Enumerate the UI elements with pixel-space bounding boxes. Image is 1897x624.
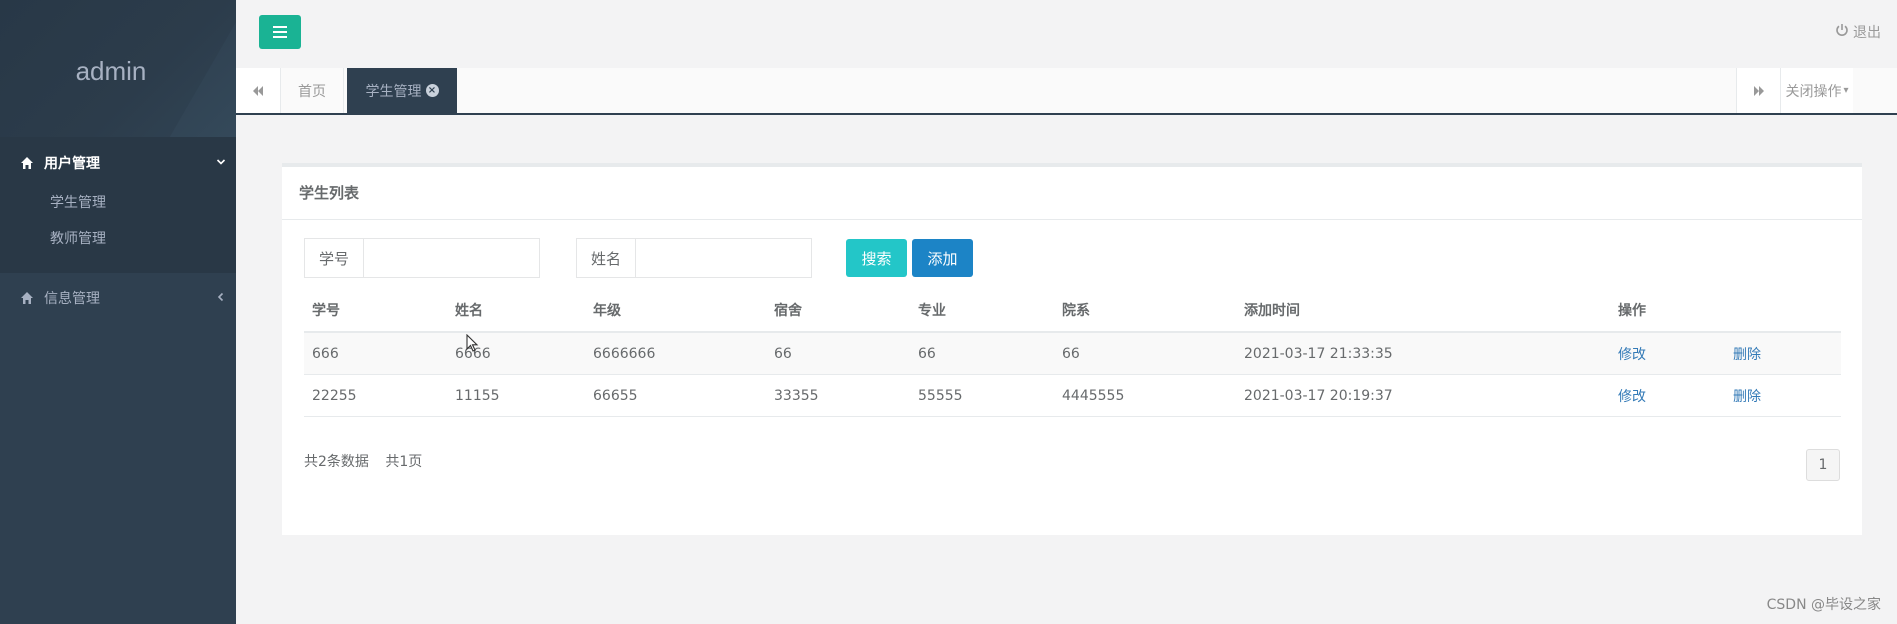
cell-major: 66 xyxy=(910,332,1054,375)
sidebar: admin 用户管理 学生管理 教师管理 信息管理 xyxy=(0,0,236,624)
watermark: CSDN @毕设之家 xyxy=(1766,597,1881,613)
column-header: 学号 xyxy=(304,289,447,333)
column-header: 操作 xyxy=(1610,289,1725,333)
delete-link[interactable]: 删除 xyxy=(1733,347,1761,363)
toggle-sidebar-button[interactable] xyxy=(259,15,301,49)
cell-delete: 删除 xyxy=(1725,332,1841,375)
tab-scroll-right-button[interactable] xyxy=(1736,68,1781,113)
chevron-down-icon xyxy=(206,156,236,171)
panel-title: 学生列表 xyxy=(282,167,1862,220)
caret-down-icon: ▾ xyxy=(1843,85,1849,96)
student-id-input[interactable] xyxy=(364,239,539,275)
column-header: 添加时间 xyxy=(1236,289,1610,333)
cell-id: 22255 xyxy=(304,374,447,417)
student-table: 学号 姓名 年级 宿舍 专业 院系 添加时间 操作 666 6666 66666… xyxy=(304,289,1841,417)
tab-scroll-left-button[interactable] xyxy=(236,68,281,113)
student-id-label: 学号 xyxy=(305,239,364,277)
profile-header: admin xyxy=(0,0,236,137)
column-header: 专业 xyxy=(910,289,1054,333)
cell-edit: 修改 xyxy=(1610,332,1725,375)
cell-time: 2021-03-17 20:19:37 xyxy=(1236,374,1610,417)
table-row: 666 6666 6666666 66 66 66 2021-03-17 21:… xyxy=(304,332,1841,375)
delete-link[interactable]: 删除 xyxy=(1733,389,1761,405)
power-icon xyxy=(1835,23,1849,41)
cell-dorm: 33355 xyxy=(766,374,910,417)
home-icon xyxy=(20,291,34,305)
cell-dept: 4445555 xyxy=(1054,374,1236,417)
column-header-empty xyxy=(1725,289,1841,333)
home-icon xyxy=(20,156,34,170)
close-icon[interactable]: × xyxy=(425,84,439,97)
cell-grade: 6666666 xyxy=(585,332,766,375)
total-pages-text: 共1页 xyxy=(385,454,423,470)
nav-item-label: 用户管理 xyxy=(44,156,100,172)
sidebar-item-student-management[interactable]: 学生管理 xyxy=(0,185,236,221)
name-label: 姓名 xyxy=(577,239,636,277)
name-input-group: 姓名 xyxy=(576,238,812,278)
student-list-panel: 学生列表 学号 姓名 搜索 添加 学号 姓名 年级 宿舍 专业 院系 添加时间 xyxy=(282,163,1862,535)
cell-delete: 删除 xyxy=(1725,374,1841,417)
double-chevron-left-icon xyxy=(253,85,263,96)
logout-link[interactable]: 退出 xyxy=(1835,22,1881,42)
edit-link[interactable]: 修改 xyxy=(1618,389,1646,405)
cell-grade: 66655 xyxy=(585,374,766,417)
tab-home[interactable]: 首页 xyxy=(281,68,344,113)
close-operations-dropdown[interactable]: 关闭操作 ▾ xyxy=(1780,68,1853,113)
username[interactable]: admin xyxy=(0,56,222,87)
search-form: 学号 姓名 搜索 添加 xyxy=(304,238,973,278)
logout-label: 退出 xyxy=(1853,25,1881,41)
tabs-bar: 首页 学生管理 × 关闭操作 ▾ xyxy=(236,68,1897,115)
page-button[interactable]: 1 xyxy=(1806,449,1840,481)
tab-label: 学生管理 xyxy=(365,83,422,100)
cell-time: 2021-03-17 21:33:35 xyxy=(1236,332,1610,375)
total-records-text: 共2条数据 xyxy=(304,454,369,470)
name-input[interactable] xyxy=(636,239,811,275)
tab-student-management[interactable]: 学生管理 × xyxy=(347,68,457,113)
search-button[interactable]: 搜索 xyxy=(846,239,907,277)
student-id-input-group: 学号 xyxy=(304,238,540,278)
menu-icon xyxy=(273,26,287,38)
cell-edit: 修改 xyxy=(1610,374,1725,417)
double-chevron-right-icon xyxy=(1754,85,1764,96)
nav-item-label: 信息管理 xyxy=(44,291,100,307)
nav-item-user-management[interactable]: 用户管理 xyxy=(0,137,236,189)
add-button[interactable]: 添加 xyxy=(912,239,973,277)
column-header: 宿舍 xyxy=(766,289,910,333)
table-header-row: 学号 姓名 年级 宿舍 专业 院系 添加时间 操作 xyxy=(304,289,1841,333)
column-header: 姓名 xyxy=(447,289,585,333)
edit-link[interactable]: 修改 xyxy=(1618,347,1646,363)
table-row: 22255 11155 66655 33355 55555 4445555 20… xyxy=(304,374,1841,417)
sidebar-item-teacher-management[interactable]: 教师管理 xyxy=(0,221,236,257)
column-header: 年级 xyxy=(585,289,766,333)
column-header: 院系 xyxy=(1054,289,1236,333)
chevron-left-icon xyxy=(206,291,236,306)
cell-dorm: 66 xyxy=(766,332,910,375)
cell-major: 55555 xyxy=(910,374,1054,417)
pagination-info: 共2条数据 共1页 xyxy=(304,451,422,471)
nav-group-info-management: 信息管理 xyxy=(0,273,236,323)
top-navbar: 退出 xyxy=(236,0,1897,68)
close-operations-label: 关闭操作 xyxy=(1785,83,1842,100)
mouse-cursor-icon xyxy=(466,334,479,352)
nav-item-info-management[interactable]: 信息管理 xyxy=(0,273,236,323)
cell-id: 666 xyxy=(304,332,447,375)
cell-dept: 66 xyxy=(1054,332,1236,375)
nav-group-user-management: 用户管理 学生管理 教师管理 xyxy=(0,137,236,273)
cell-name: 11155 xyxy=(447,374,585,417)
